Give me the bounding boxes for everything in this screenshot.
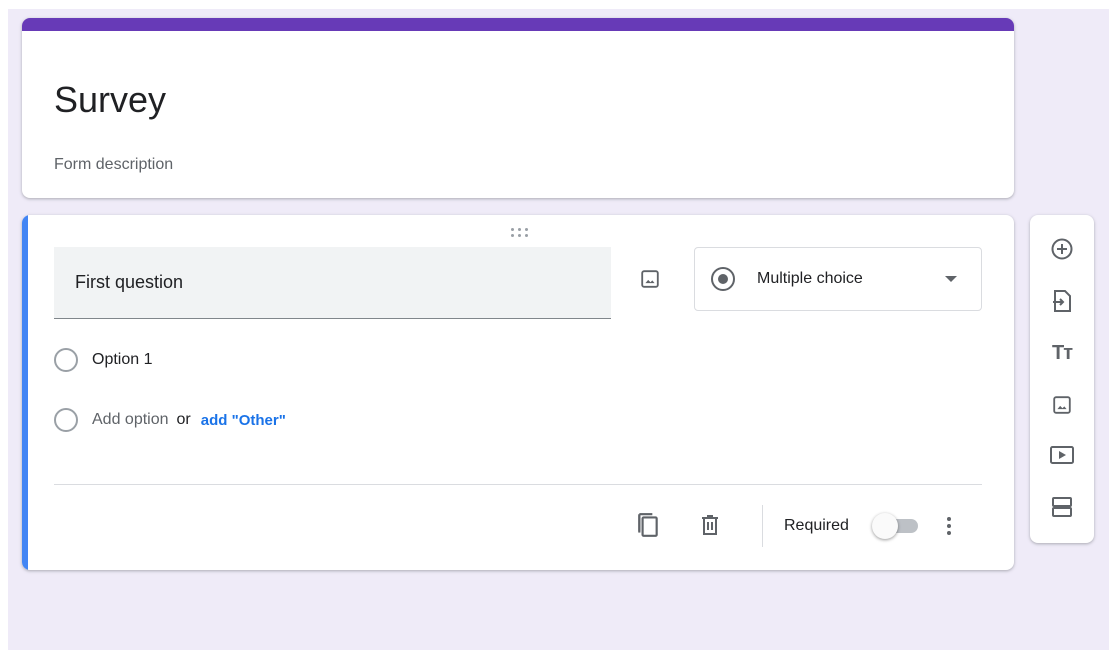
import-questions-icon bbox=[1053, 290, 1071, 312]
side-toolbar: Tт bbox=[1030, 215, 1094, 543]
option-label[interactable]: Option 1 bbox=[92, 351, 152, 369]
theme-color-bar bbox=[22, 18, 1014, 31]
section-icon bbox=[1052, 497, 1072, 517]
add-other-button[interactable]: add "Other" bbox=[201, 412, 286, 429]
delete-button[interactable] bbox=[696, 511, 724, 539]
form-title[interactable]: Survey bbox=[54, 82, 166, 118]
add-section-button[interactable] bbox=[1048, 493, 1076, 521]
radio-unchecked-icon bbox=[54, 408, 78, 432]
add-video-button[interactable] bbox=[1048, 441, 1076, 469]
video-icon bbox=[1050, 446, 1074, 464]
duplicate-button[interactable] bbox=[634, 511, 662, 539]
radio-unchecked-icon bbox=[54, 348, 78, 372]
form-header-card[interactable]: Survey Form description bbox=[22, 18, 1014, 198]
question-title-input[interactable]: First question bbox=[54, 247, 611, 319]
image-icon bbox=[641, 270, 659, 288]
title-text-icon: Tт bbox=[1051, 341, 1073, 364]
toggle-thumb bbox=[872, 513, 898, 539]
drag-handle-icon[interactable] bbox=[508, 225, 530, 239]
add-circle-icon bbox=[1051, 238, 1073, 260]
copy-icon bbox=[638, 513, 658, 537]
import-questions-button[interactable] bbox=[1048, 287, 1076, 315]
required-label: Required bbox=[784, 517, 849, 534]
question-type-label: Multiple choice bbox=[757, 270, 863, 287]
option-row[interactable]: Option 1 bbox=[54, 348, 152, 372]
image-icon bbox=[1053, 396, 1071, 414]
trash-icon bbox=[702, 515, 718, 535]
add-title-button[interactable]: Tт bbox=[1048, 339, 1076, 367]
active-card-accent bbox=[22, 215, 28, 570]
question-type-dropdown[interactable]: Multiple choice bbox=[694, 247, 982, 311]
footer-divider bbox=[54, 484, 982, 485]
footer-separator bbox=[762, 505, 763, 547]
add-image-button[interactable] bbox=[636, 265, 664, 293]
or-text: or bbox=[176, 411, 191, 428]
form-description[interactable]: Form description bbox=[54, 156, 173, 174]
dropdown-arrow-icon bbox=[945, 276, 957, 282]
add-question-button[interactable] bbox=[1048, 235, 1076, 263]
question-title-text: First question bbox=[75, 272, 184, 292]
more-options-icon[interactable] bbox=[940, 512, 958, 540]
add-option-button[interactable]: Add option bbox=[92, 411, 169, 429]
required-toggle[interactable] bbox=[872, 513, 922, 539]
question-card[interactable]: First question Multiple choice Option 1 … bbox=[22, 215, 1014, 570]
add-image-toolbar-button[interactable] bbox=[1048, 391, 1076, 419]
add-option-row: Add option or add "Other" bbox=[54, 408, 286, 432]
radio-checked-icon bbox=[711, 267, 735, 291]
